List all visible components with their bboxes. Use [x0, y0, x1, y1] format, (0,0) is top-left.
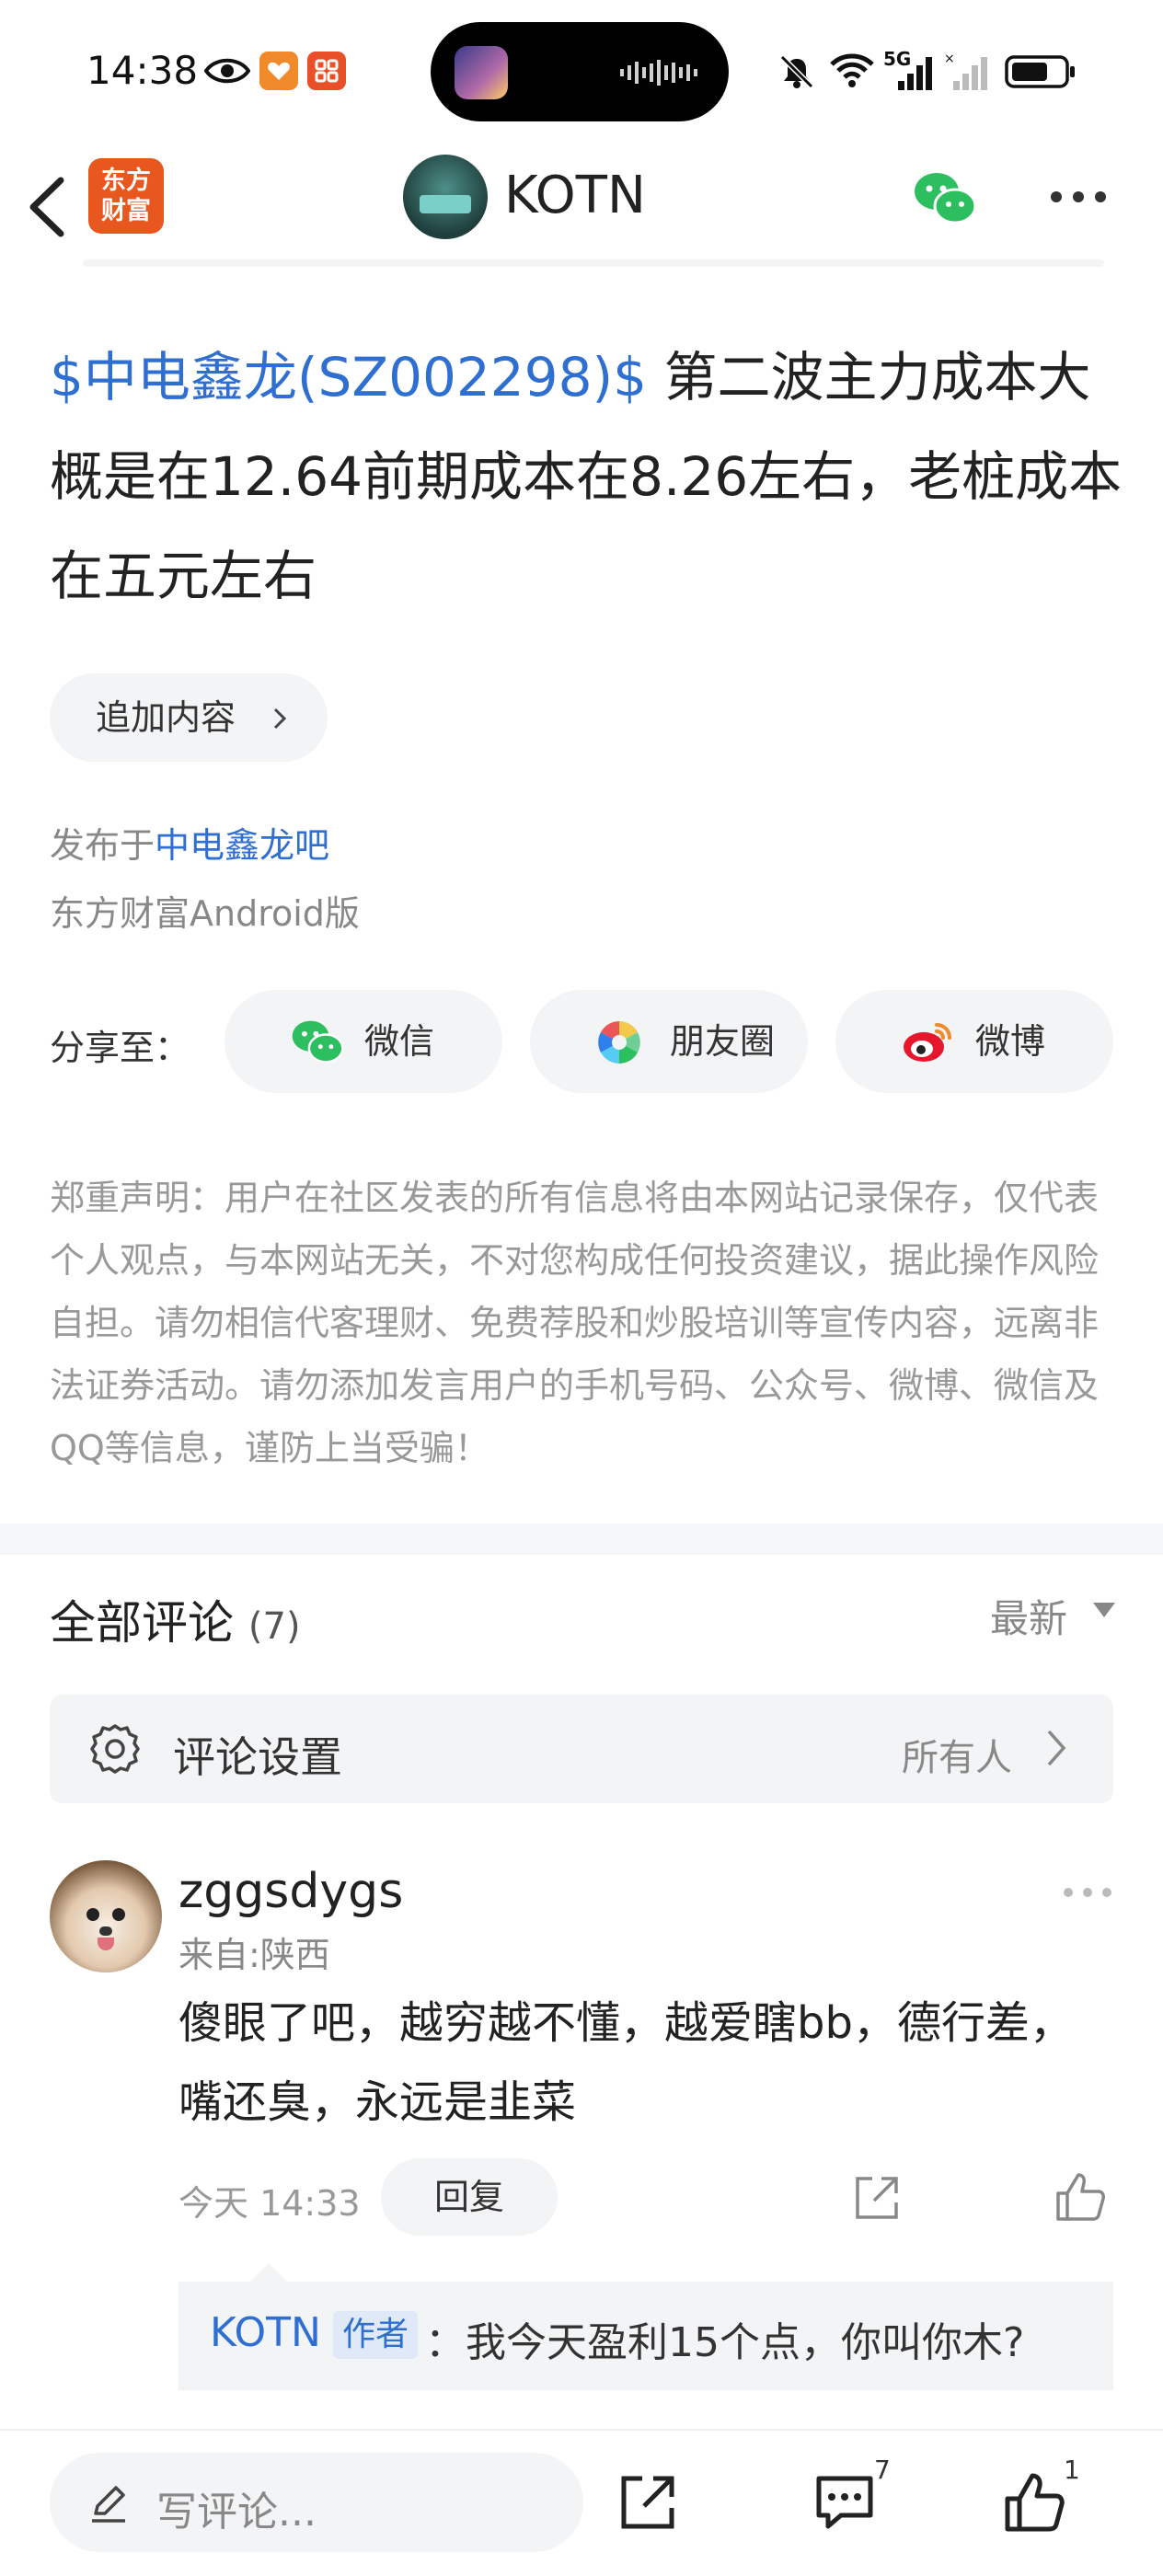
comment-time: 今天 14:33	[178, 2183, 361, 2224]
comment-share-icon[interactable]	[852, 2173, 902, 2223]
moments-icon	[598, 1021, 640, 1064]
share-icon[interactable]	[616, 2471, 679, 2534]
reply-button[interactable]: 回复	[381, 2158, 558, 2236]
comment-input-placeholder: 写评论...	[156, 2489, 317, 2536]
add-content-button[interactable]: 追加内容	[50, 673, 328, 762]
comment-more-icon[interactable]	[1062, 1886, 1113, 1899]
comment-settings-value: 所有人	[902, 1737, 1012, 1779]
grid-app-icon	[307, 52, 346, 90]
comment-like-icon[interactable]	[1054, 2171, 1106, 2223]
reply-text: ：我今天盈利15个点，你叫你木?	[425, 2319, 1025, 2366]
commenter-name[interactable]: zggsdygs	[178, 1864, 403, 1919]
wifi-icon	[830, 53, 874, 87]
mute-bell-icon	[779, 54, 814, 89]
share-label: 分享至：	[50, 1028, 190, 1068]
caret-down-icon	[1093, 1603, 1115, 1617]
chevron-right-icon	[1047, 1730, 1066, 1766]
published-in: 发布于中电鑫龙吧	[50, 825, 330, 866]
media-thumbnail	[455, 46, 508, 99]
signal-icon	[898, 57, 932, 90]
weibo-icon	[904, 1023, 951, 1062]
comments-title: 全部评论 (7)	[50, 1596, 301, 1650]
status-time: 14:38	[86, 48, 199, 93]
pen-icon	[92, 2486, 125, 2523]
author-reply[interactable]: KOTN 作者 ：我今天盈利15个点，你叫你木?	[178, 2263, 1113, 2390]
status-bar: 14:38 5G ×	[0, 0, 1163, 147]
share-moments-button[interactable]: 朋友圈	[530, 990, 808, 1093]
comment-settings-row[interactable]: 评论设置 所有人	[50, 1695, 1113, 1803]
eye-icon	[204, 58, 250, 84]
wechat-icon	[292, 1020, 344, 1064]
section-divider	[0, 1524, 1163, 1555]
author-name[interactable]: KOTN	[504, 166, 646, 225]
post-content: $中电鑫龙(SZ002298)$ 第二波主力成本大概是在12.64前期成本在8.…	[50, 328, 1135, 626]
app-logo[interactable]: 东方 财富	[88, 158, 164, 234]
wechat-share-icon[interactable]	[913, 171, 977, 224]
audio-wave-icon	[620, 60, 697, 86]
battery-icon	[1005, 55, 1075, 88]
dynamic-island[interactable]	[431, 22, 729, 121]
comment-input[interactable]: 写评论...	[50, 2453, 583, 2552]
share-wechat-button[interactable]: 微信	[225, 990, 502, 1093]
share-weibo-button[interactable]: 微博	[835, 990, 1113, 1093]
author-badge: 作者	[333, 2311, 419, 2359]
comment-settings-label: 评论设置	[173, 1732, 342, 1782]
commenter-location: 来自:陕西	[178, 1935, 330, 1975]
gear-icon	[90, 1724, 140, 1774]
like-count-badge: 1	[1064, 2455, 1080, 2485]
more-options-icon[interactable]	[1049, 190, 1108, 204]
signal-2-icon: ×	[944, 52, 987, 90]
author-avatar[interactable]	[403, 155, 488, 239]
comment-icon[interactable]	[813, 2473, 876, 2532]
publish-client: 东方财富Android版	[50, 893, 360, 934]
like-icon[interactable]	[1003, 2471, 1065, 2534]
comment-sort-dropdown[interactable]: 最新	[990, 1588, 1115, 1644]
disclaimer-text: 郑重声明：用户在社区发表的所有信息将由本网站记录保存，仅代表个人观点，与本网站无…	[50, 1178, 1100, 1468]
header-divider	[83, 259, 1104, 267]
heart-app-icon	[259, 52, 298, 90]
stock-bar-link[interactable]: 中电鑫龙吧	[155, 825, 329, 866]
reply-author-name[interactable]: KOTN	[210, 2309, 321, 2356]
comment-count-badge: 7	[874, 2455, 891, 2485]
svg-text:×: ×	[944, 52, 955, 66]
comment-text: 傻眼了吧，越穷越不懂，越爱瞎bb，德行差，嘴还臭，永远是韭菜	[178, 1997, 1074, 2128]
stock-tag-link[interactable]: $中电鑫龙(SZ002298)$	[50, 346, 647, 408]
back-arrow-icon[interactable]	[24, 166, 79, 248]
chevron-right-icon	[273, 707, 287, 730]
comments-count: (7)	[248, 1605, 301, 1648]
commenter-avatar[interactable]	[50, 1860, 162, 1972]
